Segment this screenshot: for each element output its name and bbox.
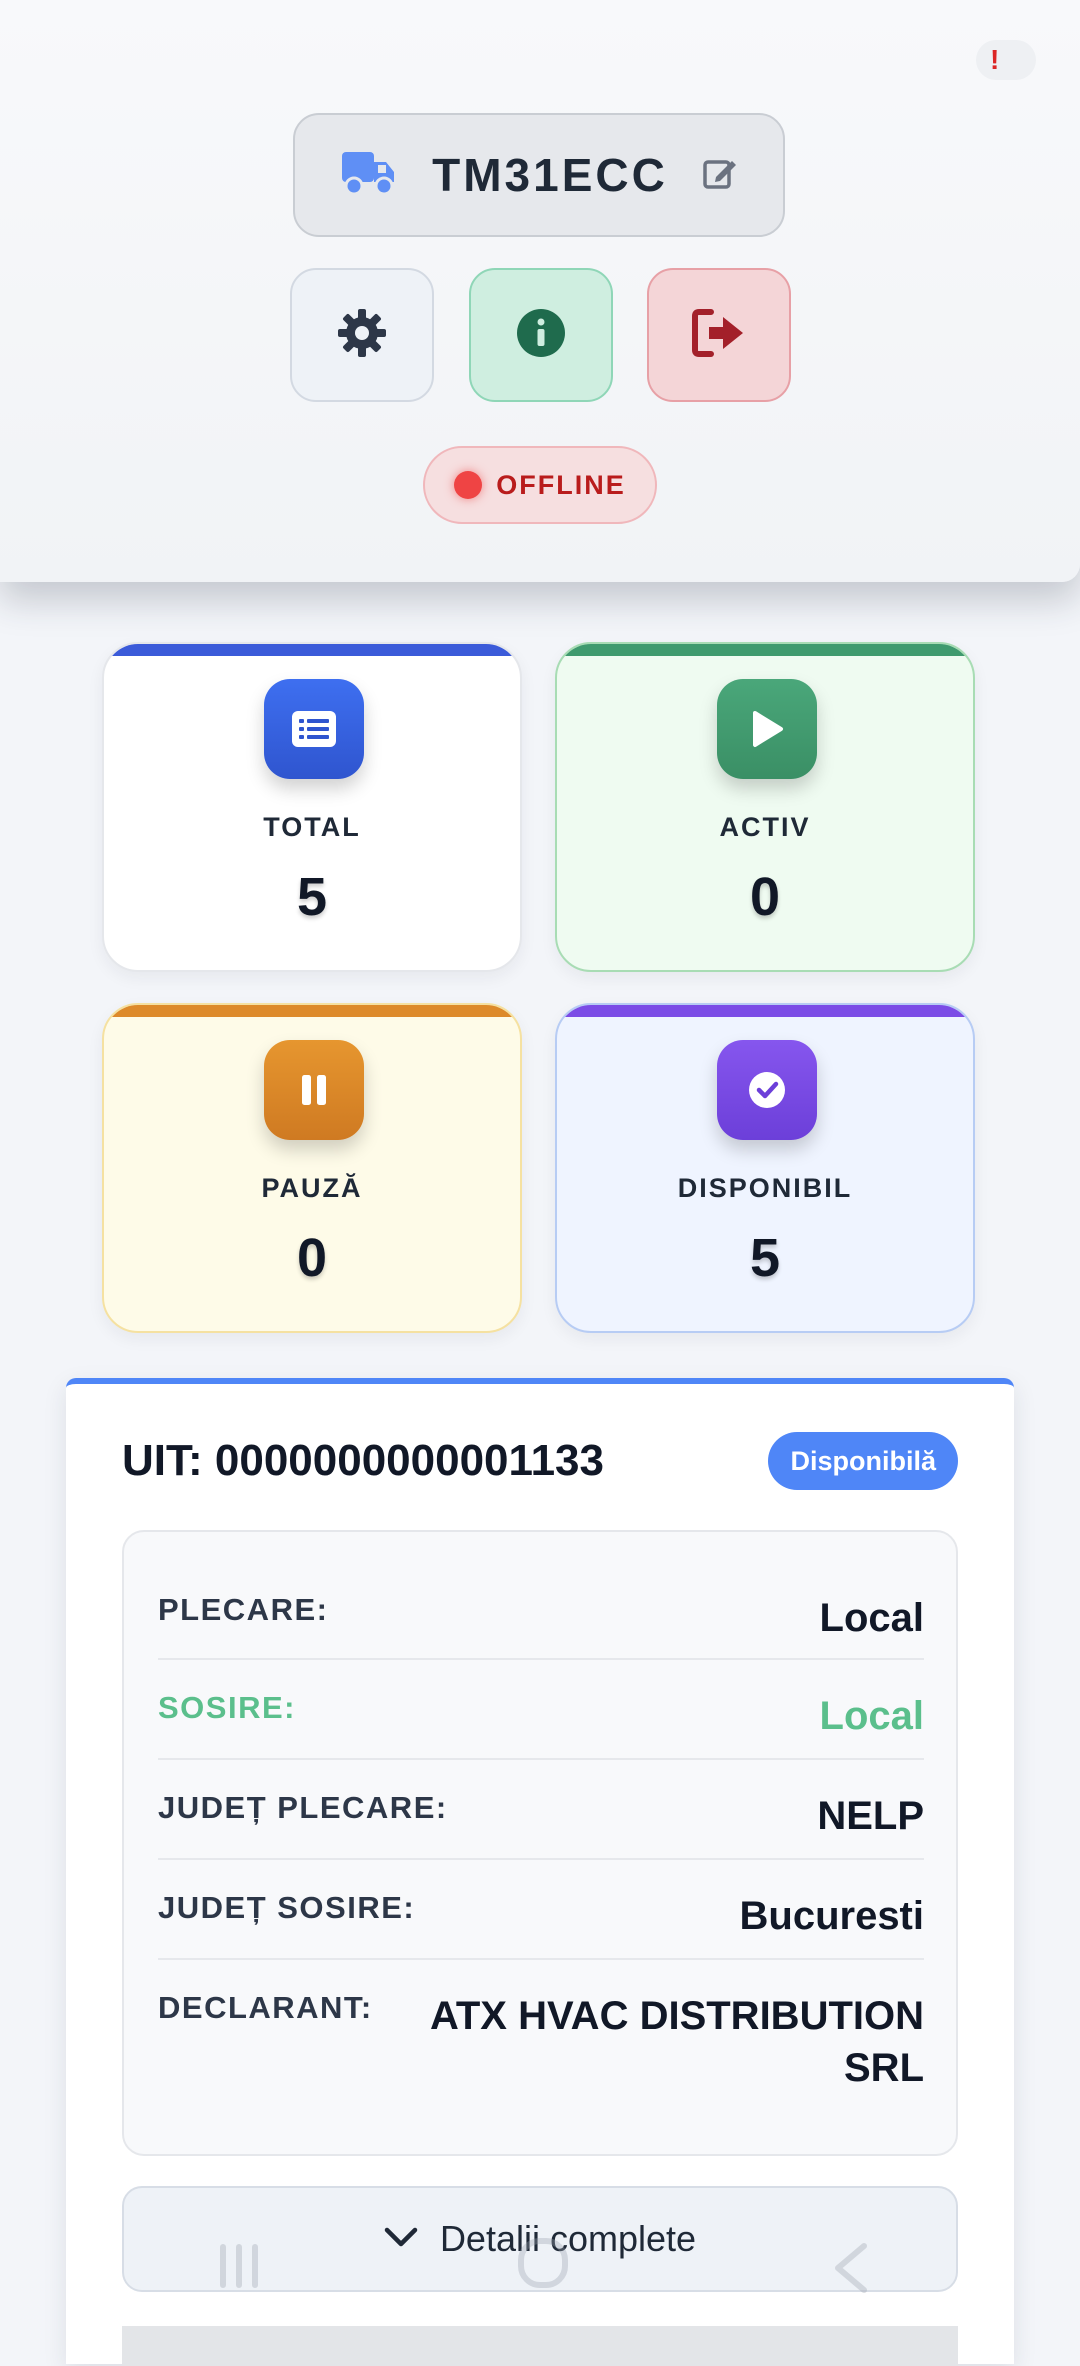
detail-row-sosire: SOSIRE: Local — [158, 1660, 924, 1760]
truck-icon — [340, 148, 398, 203]
detail-value: Local — [819, 1596, 924, 1640]
stat-label-pauza: PAUZĂ — [261, 1173, 363, 1203]
gear-icon — [336, 307, 388, 364]
connection-status-text: OFFLINE — [496, 469, 626, 500]
stat-card-disponibil[interactable]: DISPONIBIL 5 — [555, 1003, 975, 1333]
info-button[interactable] — [469, 268, 613, 402]
detail-row-judet-sosire: JUDEȚ SOSIRE: Bucuresti — [158, 1860, 924, 1960]
back-icon[interactable] — [830, 2242, 870, 2299]
logout-button[interactable] — [647, 268, 791, 402]
detail-row-declarant: DECLARANT: ATX HVAC DISTRIBUTION SRL — [158, 1960, 924, 2110]
detail-key: JUDEȚ SOSIRE: — [158, 1890, 416, 1925]
recent-apps-icon[interactable] — [220, 2244, 268, 2288]
status-alert-icon: ! — [976, 40, 1036, 80]
next-section-edge — [122, 2326, 958, 2366]
stat-card-total[interactable]: TOTAL 5 — [102, 642, 522, 972]
vehicle-selector[interactable]: TM31ECC — [293, 113, 785, 237]
logout-icon — [691, 308, 747, 363]
offline-dot-icon — [454, 471, 483, 499]
play-icon — [717, 679, 817, 779]
list-icon — [264, 679, 364, 779]
pause-icon — [264, 1040, 364, 1140]
stat-value-pauza: 0 — [296, 1228, 328, 1288]
settings-button[interactable] — [290, 268, 434, 402]
info-icon — [515, 307, 567, 364]
stat-label-total: TOTAL — [263, 812, 361, 842]
home-icon[interactable] — [518, 2238, 568, 2288]
stat-card-pauza[interactable]: PAUZĂ 0 — [102, 1003, 522, 1333]
detail-row-judet-plecare: JUDEȚ PLECARE: NELP — [158, 1760, 924, 1860]
detail-key: DECLARANT: — [158, 1990, 373, 2025]
detail-value: Bucuresti — [739, 1894, 925, 1938]
stat-card-activ[interactable]: ACTIV 0 — [555, 642, 975, 972]
edit-icon[interactable] — [702, 155, 738, 196]
system-nav-bar — [0, 2230, 1080, 2310]
app-header: ! TM31ECC OFFLINE — [0, 0, 1080, 582]
detail-value: NELP — [817, 1794, 924, 1838]
stat-value-activ: 0 — [749, 867, 781, 927]
vehicle-plate: TM31ECC — [432, 149, 668, 201]
status-badge: Disponibilă — [768, 1432, 958, 1490]
detail-key: JUDEȚ PLECARE: — [158, 1790, 448, 1825]
connection-status-badge: OFFLINE — [423, 446, 657, 524]
stat-value-disponibil: 5 — [749, 1228, 781, 1288]
detail-key: SOSIRE: — [158, 1690, 296, 1725]
uit-details-panel: PLECARE: Local SOSIRE: Local JUDEȚ PLECA… — [122, 1530, 958, 2156]
stat-label-activ: ACTIV — [719, 812, 811, 842]
uit-card: UIT: 0000000000001133 Disponibilă PLECAR… — [66, 1378, 1014, 2366]
stat-label-disponibil: DISPONIBIL — [677, 1173, 853, 1203]
detail-value: Local — [819, 1694, 924, 1738]
check-badge-icon — [717, 1040, 817, 1140]
uit-title: UIT: 0000000000001133 — [122, 1436, 604, 1485]
detail-row-plecare: PLECARE: Local — [158, 1562, 924, 1660]
detail-key: PLECARE: — [158, 1592, 329, 1627]
detail-value: ATX HVAC DISTRIBUTION SRL — [429, 1994, 924, 2090]
stat-value-total: 5 — [296, 867, 328, 927]
